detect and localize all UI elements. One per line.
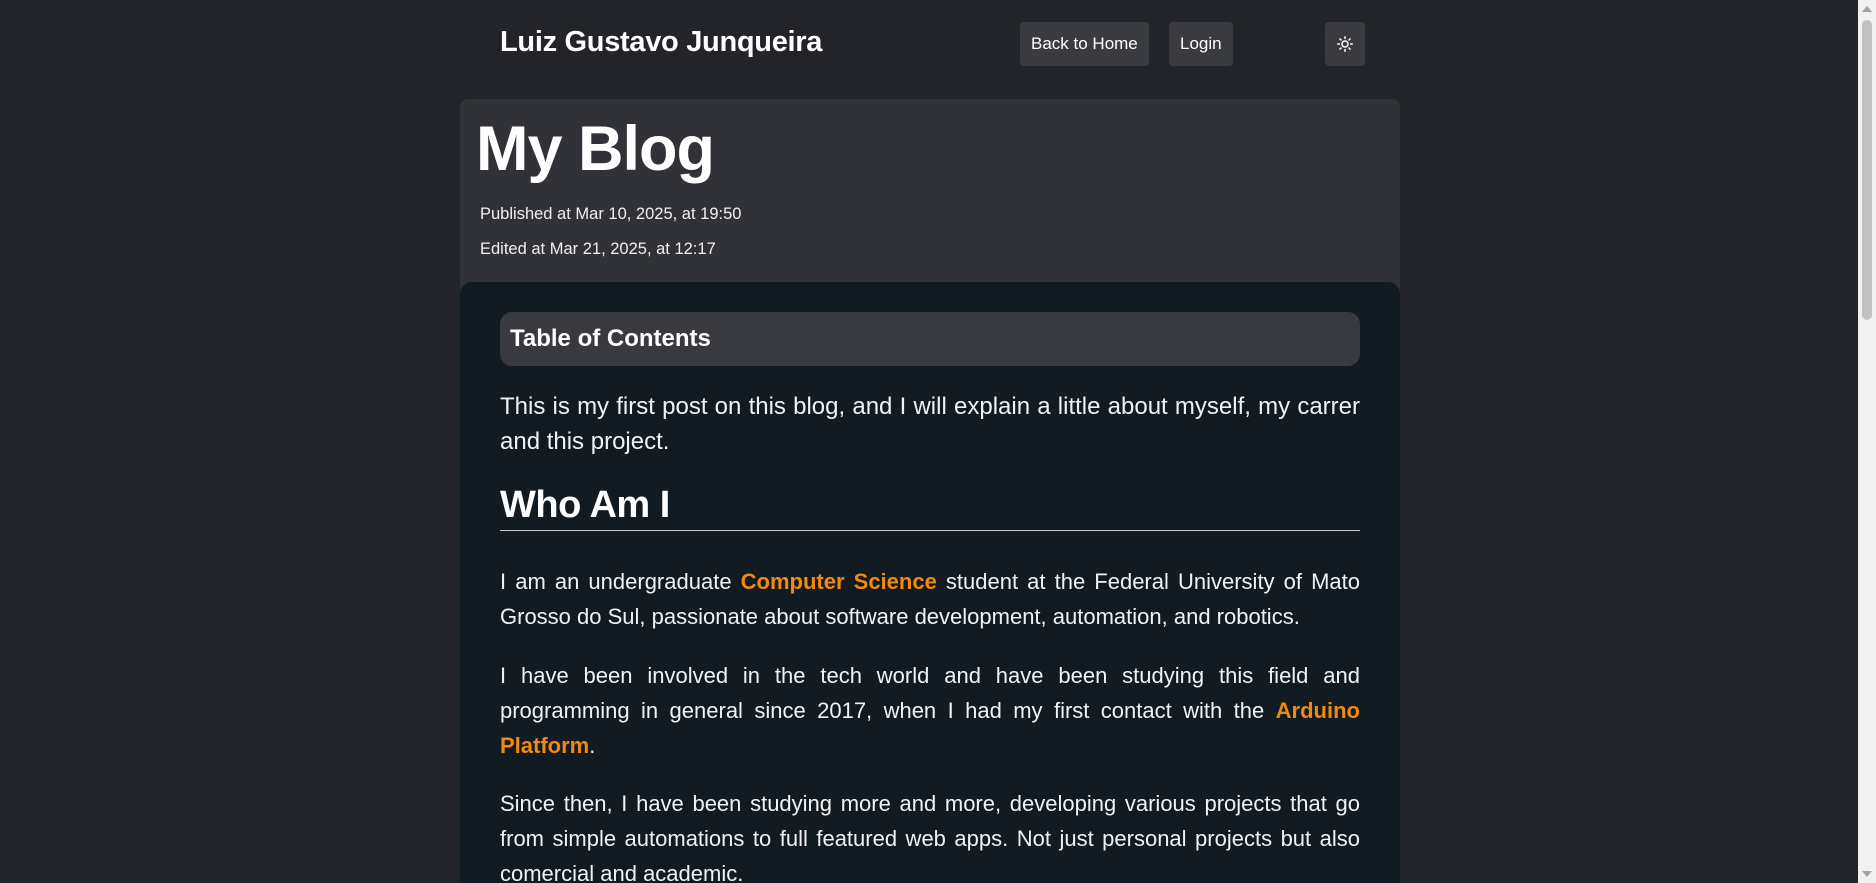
paragraph-text: I have been involved in the tech world a… [500, 663, 1360, 723]
vertical-scrollbar[interactable] [1858, 0, 1876, 883]
sun-icon [1337, 36, 1353, 52]
post-title: My Blog [476, 114, 715, 184]
paragraph-1: I am an undergraduate Computer Science s… [500, 564, 1360, 634]
edited-date: Edited at Mar 21, 2025, at 12:17 [480, 240, 716, 258]
toc-title: Table of Contents [510, 325, 711, 352]
post-content: Table of Contents This is my first post … [460, 282, 1400, 883]
section-title: Who Am I [500, 484, 670, 526]
paragraph-text: I am an undergraduate [500, 569, 741, 594]
theme-toggle-button[interactable] [1325, 22, 1365, 66]
paragraph-3: Since then, I have been studying more an… [500, 791, 1360, 883]
computer-science-link[interactable]: Computer Science [741, 569, 937, 594]
section-heading-who-am-i: Who Am I [500, 482, 1360, 531]
back-to-home-button[interactable]: Back to Home [1020, 22, 1149, 66]
published-date: Published at Mar 10, 2025, at 19:50 [480, 205, 742, 223]
scrollbar-thumb[interactable] [1862, 20, 1872, 320]
paragraph-text: . [589, 733, 596, 758]
paragraph-2: I have been involved in the tech world a… [500, 658, 1360, 763]
scroll-up-arrow-icon[interactable] [1862, 6, 1872, 12]
site-title[interactable]: Luiz Gustavo Junqueira [500, 26, 822, 59]
post-title-card: My Blog Published at Mar 10, 2025, at 19… [460, 99, 1400, 299]
site-header: Luiz Gustavo Junqueira Back to Home Logi… [460, 0, 1400, 92]
scroll-down-arrow-icon[interactable] [1862, 871, 1872, 877]
table-of-contents[interactable]: Table of Contents [500, 312, 1360, 366]
login-button[interactable]: Login [1169, 22, 1233, 66]
intro-paragraph: This is my first post on this blog, and … [500, 393, 1360, 455]
page: Luiz Gustavo Junqueira Back to Home Logi… [0, 0, 1876, 883]
